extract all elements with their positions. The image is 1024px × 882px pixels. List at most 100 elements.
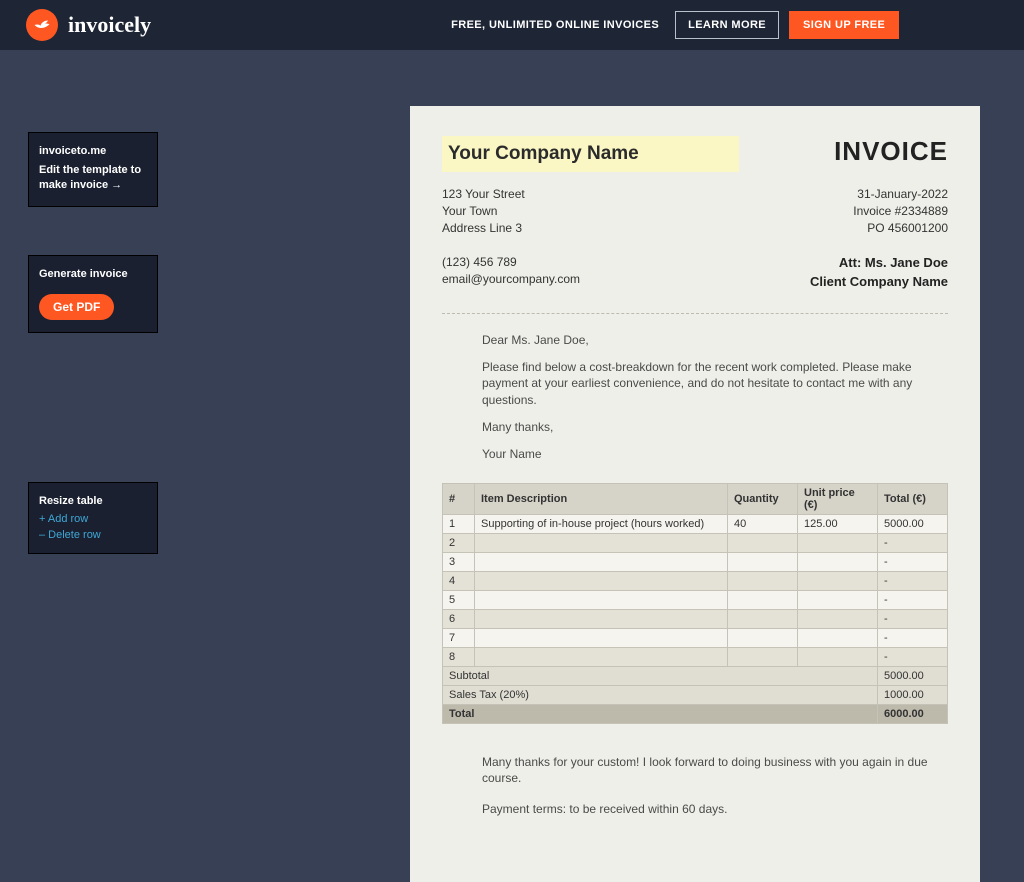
cell-desc[interactable]: Supporting of in-house project (hours wo… bbox=[475, 514, 728, 533]
cell-n[interactable]: 5 bbox=[443, 590, 475, 609]
col-qty[interactable]: Quantity bbox=[728, 483, 798, 514]
cell-qty[interactable] bbox=[728, 609, 798, 628]
addr-line[interactable]: Address Line 3 bbox=[442, 220, 525, 237]
cell-desc[interactable] bbox=[475, 552, 728, 571]
total-label[interactable]: Total bbox=[443, 704, 878, 723]
panel-siteinfo-sub: Edit the template to make invoice → bbox=[39, 163, 147, 194]
subtotal-label[interactable]: Subtotal bbox=[443, 666, 878, 685]
cell-total[interactable]: - bbox=[878, 628, 948, 647]
attention-name[interactable]: Att: Ms. Jane Doe bbox=[810, 254, 948, 272]
table-row[interactable]: 1Supporting of in-house project (hours w… bbox=[443, 514, 948, 533]
letter-thanks[interactable]: Many thanks, bbox=[482, 419, 938, 436]
client-company[interactable]: Client Company Name bbox=[810, 273, 948, 291]
col-price[interactable]: Unit price (€) bbox=[798, 483, 878, 514]
cell-total[interactable]: - bbox=[878, 647, 948, 666]
cell-desc[interactable] bbox=[475, 609, 728, 628]
items-table[interactable]: # Item Description Quantity Unit price (… bbox=[442, 483, 948, 724]
cell-qty[interactable] bbox=[728, 571, 798, 590]
cell-total[interactable]: - bbox=[878, 571, 948, 590]
cell-price[interactable] bbox=[798, 590, 878, 609]
cell-qty[interactable] bbox=[728, 533, 798, 552]
letter-greeting[interactable]: Dear Ms. Jane Doe, bbox=[482, 332, 938, 349]
cell-price[interactable] bbox=[798, 552, 878, 571]
total-value[interactable]: 6000.00 bbox=[878, 704, 948, 723]
cell-n[interactable]: 1 bbox=[443, 514, 475, 533]
learn-more-button[interactable]: LEARN MORE bbox=[675, 11, 779, 39]
delete-row-link[interactable]: – Delete row bbox=[39, 529, 147, 541]
cell-price[interactable] bbox=[798, 609, 878, 628]
cell-qty[interactable] bbox=[728, 647, 798, 666]
cell-desc[interactable] bbox=[475, 571, 728, 590]
cell-qty[interactable]: 40 bbox=[728, 514, 798, 533]
addr-line[interactable]: 123 Your Street bbox=[442, 186, 525, 203]
table-row[interactable]: 2- bbox=[443, 533, 948, 552]
invoice-title[interactable]: INVOICE bbox=[834, 136, 948, 167]
invoice-paper[interactable]: Your Company Name INVOICE 123 Your Stree… bbox=[410, 106, 980, 882]
footer-line1[interactable]: Many thanks for your custom! I look forw… bbox=[482, 754, 938, 788]
invoice-date[interactable]: 31-January-2022 bbox=[853, 186, 948, 203]
cell-n[interactable]: 7 bbox=[443, 628, 475, 647]
table-row[interactable]: 8- bbox=[443, 647, 948, 666]
table-row[interactable]: 5- bbox=[443, 590, 948, 609]
cell-n[interactable]: 8 bbox=[443, 647, 475, 666]
cell-qty[interactable] bbox=[728, 628, 798, 647]
phone[interactable]: (123) 456 789 bbox=[442, 254, 580, 271]
table-row[interactable]: 4- bbox=[443, 571, 948, 590]
letter-body[interactable]: Please find below a cost-breakdown for t… bbox=[482, 359, 938, 409]
email[interactable]: email@yourcompany.com bbox=[442, 271, 580, 288]
letter-sign[interactable]: Your Name bbox=[482, 446, 938, 463]
from-address[interactable]: 123 Your Street Your Town Address Line 3 bbox=[442, 186, 525, 236]
cell-price[interactable]: 125.00 bbox=[798, 514, 878, 533]
contact-block[interactable]: (123) 456 789 email@yourcompany.com bbox=[442, 254, 580, 290]
workspace: invoiceto.me Edit the template to make i… bbox=[0, 50, 1024, 762]
po-number[interactable]: PO 456001200 bbox=[853, 220, 948, 237]
subtotal-row[interactable]: Subtotal 5000.00 bbox=[443, 666, 948, 685]
total-row[interactable]: Total 6000.00 bbox=[443, 704, 948, 723]
topbar: invoicely FREE, UNLIMITED ONLINE INVOICE… bbox=[0, 0, 1024, 50]
cell-n[interactable]: 3 bbox=[443, 552, 475, 571]
tax-label[interactable]: Sales Tax (20%) bbox=[443, 685, 878, 704]
cell-total[interactable]: - bbox=[878, 590, 948, 609]
cell-price[interactable] bbox=[798, 647, 878, 666]
cell-total[interactable]: - bbox=[878, 609, 948, 628]
cell-price[interactable] bbox=[798, 628, 878, 647]
attention-block[interactable]: Att: Ms. Jane Doe Client Company Name bbox=[810, 254, 948, 290]
col-total[interactable]: Total (€) bbox=[878, 483, 948, 514]
tax-value[interactable]: 1000.00 bbox=[878, 685, 948, 704]
table-row[interactable]: 6- bbox=[443, 609, 948, 628]
footer-note[interactable]: Many thanks for your custom! I look forw… bbox=[442, 754, 948, 818]
panel-generate-title: Generate invoice bbox=[39, 268, 147, 280]
table-row[interactable]: 3- bbox=[443, 552, 948, 571]
col-desc[interactable]: Item Description bbox=[475, 483, 728, 514]
cell-n[interactable]: 4 bbox=[443, 571, 475, 590]
cell-desc[interactable] bbox=[475, 628, 728, 647]
cell-n[interactable]: 6 bbox=[443, 609, 475, 628]
cell-total[interactable]: - bbox=[878, 552, 948, 571]
invoice-meta[interactable]: 31-January-2022 Invoice #2334889 PO 4560… bbox=[853, 186, 948, 236]
footer-line2[interactable]: Payment terms: to be received within 60 … bbox=[482, 801, 938, 818]
cell-price[interactable] bbox=[798, 533, 878, 552]
add-row-link[interactable]: + Add row bbox=[39, 513, 147, 525]
signup-button[interactable]: SIGN UP FREE bbox=[789, 11, 899, 39]
logo[interactable]: invoicely bbox=[26, 9, 151, 41]
get-pdf-button[interactable]: Get PDF bbox=[39, 294, 114, 320]
cell-desc[interactable] bbox=[475, 533, 728, 552]
cell-price[interactable] bbox=[798, 571, 878, 590]
panel-resize: Resize table + Add row – Delete row bbox=[28, 482, 158, 554]
company-name-input[interactable]: Your Company Name bbox=[442, 136, 739, 172]
col-num[interactable]: # bbox=[443, 483, 475, 514]
subtotal-value[interactable]: 5000.00 bbox=[878, 666, 948, 685]
cell-total[interactable]: - bbox=[878, 533, 948, 552]
table-row[interactable]: 7- bbox=[443, 628, 948, 647]
letter-block[interactable]: Dear Ms. Jane Doe, Please find below a c… bbox=[442, 332, 948, 463]
topbar-actions: FREE, UNLIMITED ONLINE INVOICES LEARN MO… bbox=[451, 11, 899, 39]
cell-desc[interactable] bbox=[475, 590, 728, 609]
cell-total[interactable]: 5000.00 bbox=[878, 514, 948, 533]
cell-desc[interactable] bbox=[475, 647, 728, 666]
cell-qty[interactable] bbox=[728, 552, 798, 571]
cell-n[interactable]: 2 bbox=[443, 533, 475, 552]
cell-qty[interactable] bbox=[728, 590, 798, 609]
addr-line[interactable]: Your Town bbox=[442, 203, 525, 220]
invoice-number[interactable]: Invoice #2334889 bbox=[853, 203, 948, 220]
tax-row[interactable]: Sales Tax (20%) 1000.00 bbox=[443, 685, 948, 704]
